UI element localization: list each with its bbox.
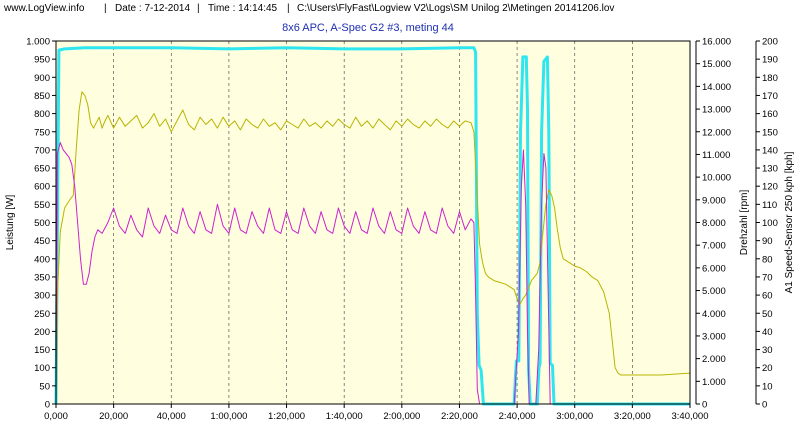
x-tick-label: 1:20,000 xyxy=(268,411,305,422)
y-tick-label-rpm: 13.000 xyxy=(702,105,731,116)
y-tick-label-left: 350 xyxy=(34,272,50,283)
y-tick-label-speed: 20 xyxy=(762,363,773,374)
y-tick-label-left: 750 xyxy=(34,127,50,138)
y-axis-label-left: Leistung [W] xyxy=(5,194,16,250)
y-tick-label-rpm: 1.000 xyxy=(702,377,726,388)
x-tick-label: 2:00,000 xyxy=(383,411,420,422)
y-tick-label-left: 800 xyxy=(34,109,50,120)
y-tick-label-left: 300 xyxy=(34,291,50,302)
y-tick-label-left: 600 xyxy=(34,182,50,193)
y-tick-label-left: 200 xyxy=(34,327,50,338)
y-tick-label-speed: 190 xyxy=(762,55,778,66)
y-tick-label-left: 950 xyxy=(34,55,50,66)
y-tick-label-rpm: 16.000 xyxy=(702,37,731,48)
y-tick-label-speed: 150 xyxy=(762,127,778,138)
y-tick-label-speed: 0 xyxy=(762,400,767,411)
y-axis-label-rpm: Drehzahl [rpm] xyxy=(739,189,750,255)
y-tick-label-rpm: 3.000 xyxy=(702,331,726,342)
y-tick-label-left: 50 xyxy=(39,381,50,392)
y-tick-label-speed: 40 xyxy=(762,327,773,338)
y-tick-label-speed: 110 xyxy=(762,200,777,211)
y-axis-label-speed: A1 Speed-Sensor 250 kph [kph] xyxy=(784,151,795,293)
y-tick-label-speed: 70 xyxy=(762,272,773,283)
y-tick-label-rpm: 12.000 xyxy=(702,127,731,138)
y-tick-label-speed: 10 xyxy=(762,381,773,392)
chart-title: 8x6 APC, A-Spec G2 #3, meting 44 xyxy=(282,22,454,34)
x-tick-label: 3:40,000 xyxy=(672,411,709,422)
y-tick-label-rpm: 0 xyxy=(702,400,707,411)
x-tick-label: 1:00,000 xyxy=(210,411,247,422)
y-tick-label-rpm: 6.000 xyxy=(702,263,726,274)
y-tick-label-speed: 90 xyxy=(762,236,773,247)
y-tick-label-left: 850 xyxy=(34,91,50,102)
chart: 8x6 APC, A-Spec G2 #3, meting 44 0,000 20… xyxy=(5,22,795,422)
y-tick-label-speed: 60 xyxy=(762,291,773,302)
y-tick-label-rpm: 11.000 xyxy=(702,150,730,161)
logview-window: www.LogView.info | Date : 7-12-2014 | Ti… xyxy=(0,0,800,427)
x-tick-label: 0,000 xyxy=(44,411,68,422)
plot-area[interactable] xyxy=(56,41,690,404)
y-tick-label-rpm: 10.000 xyxy=(702,173,731,184)
y-tick-label-rpm: 9.000 xyxy=(702,195,726,206)
y-tick-label-left: 150 xyxy=(34,345,50,356)
x-tick-label: 3:00,000 xyxy=(556,411,593,422)
y-tick-label-speed: 120 xyxy=(762,182,778,193)
y-tick-label-left: 250 xyxy=(34,309,50,320)
y-tick-label-rpm: 5.000 xyxy=(702,286,726,297)
y-tick-label-rpm: 2.000 xyxy=(702,354,726,365)
x-tick-label: 1:40,000 xyxy=(326,411,363,422)
y-tick-label-speed: 200 xyxy=(762,37,778,48)
x-tick-label: 2:40,000 xyxy=(499,411,536,422)
y-tick-label-speed: 180 xyxy=(762,73,778,84)
y-tick-label-left: 500 xyxy=(34,218,50,229)
y-tick-label-speed: 140 xyxy=(762,145,778,156)
y-tick-label-speed: 50 xyxy=(762,309,773,320)
y-tick-label-rpm: 4.000 xyxy=(702,309,726,320)
y-tick-label-left: 100 xyxy=(34,363,50,374)
x-tick-label: 40,000 xyxy=(157,411,186,422)
y-tick-label-speed: 30 xyxy=(762,345,773,356)
y-tick-label-left: 550 xyxy=(34,200,50,211)
y-tick-label-speed: 160 xyxy=(762,109,778,120)
y-tick-label-left: 700 xyxy=(34,145,50,156)
y-tick-label-left: 450 xyxy=(34,236,50,247)
y-tick-label-speed: 100 xyxy=(762,218,778,229)
y-tick-label-left: 0 xyxy=(45,400,50,411)
y-tick-label-rpm: 8.000 xyxy=(702,218,726,229)
y-tick-label-left: 650 xyxy=(34,164,50,175)
y-tick-label-speed: 170 xyxy=(762,91,778,102)
y-tick-label-rpm: 14.000 xyxy=(702,82,731,93)
y-tick-label-left: 1.000 xyxy=(26,37,50,48)
y-tick-label-speed: 80 xyxy=(762,254,773,265)
x-tick-label: 20,000 xyxy=(99,411,128,422)
x-tick-label: 2:20,000 xyxy=(441,411,478,422)
y-tick-label-left: 400 xyxy=(34,254,50,265)
y-tick-label-speed: 130 xyxy=(762,164,778,175)
y-tick-label-rpm: 7.000 xyxy=(702,241,726,252)
y-tick-label-left: 900 xyxy=(34,73,50,84)
x-tick-label: 3:20,000 xyxy=(614,411,651,422)
y-tick-label-rpm: 15.000 xyxy=(702,59,731,70)
